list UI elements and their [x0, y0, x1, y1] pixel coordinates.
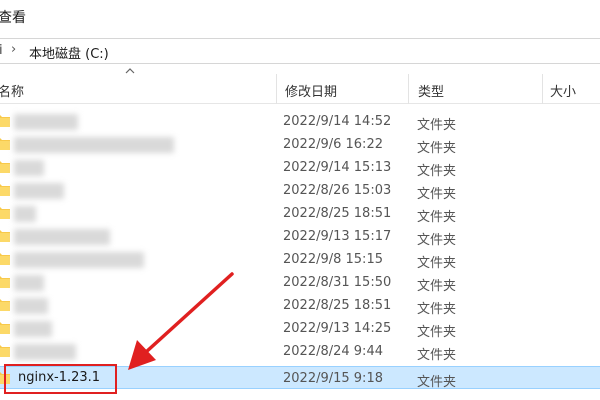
- file-date: 2022/9/15 9:18: [283, 371, 383, 386]
- column-header-name[interactable]: 名称: [0, 81, 24, 100]
- file-type: 文件夹: [417, 187, 457, 202]
- file-row[interactable]: 2022/8/24 9:44 文件夹: [0, 340, 600, 363]
- menu-bar: 查看: [0, 0, 600, 34]
- folder-icon: [0, 115, 10, 127]
- file-row[interactable]: 2022/9/8 15:15 文件夹: [0, 248, 600, 271]
- file-name-redacted: [14, 160, 44, 176]
- file-name-redacted: [14, 206, 36, 222]
- file-row[interactable]: 2022/9/14 14:52 文件夹: [0, 110, 600, 133]
- file-name-redacted: [14, 275, 44, 291]
- file-name-redacted: [14, 114, 78, 130]
- address-bar[interactable]: i › 本地磁盘 (C:): [0, 38, 600, 64]
- folder-icon: [0, 253, 10, 265]
- file-type: 文件夹: [417, 210, 457, 225]
- menu-view[interactable]: 查看: [0, 7, 26, 27]
- column-header-size[interactable]: 大小: [550, 81, 576, 100]
- file-date: 2022/8/25 18:51: [283, 206, 392, 221]
- column-divider[interactable]: [408, 74, 409, 104]
- file-row[interactable]: 2022/8/31 15:50 文件夹: [0, 271, 600, 294]
- folder-icon: [0, 299, 10, 311]
- file-date: 2022/8/24 9:44: [283, 344, 383, 359]
- file-row[interactable]: 2022/8/25 18:51 文件夹: [0, 202, 600, 225]
- file-type: 文件夹: [417, 164, 457, 179]
- file-type: 文件夹: [417, 325, 457, 340]
- file-date: 2022/9/14 15:13: [283, 160, 392, 175]
- folder-icon: [0, 161, 10, 173]
- file-name-redacted: [14, 229, 110, 245]
- address-path[interactable]: 本地磁盘 (C:): [29, 43, 109, 62]
- file-list: 2022/9/14 14:52 文件夹 2022/9/6 16:22 文件夹 2…: [0, 110, 600, 400]
- file-type: 文件夹: [417, 279, 457, 294]
- file-name-redacted: [14, 321, 52, 337]
- file-date: 2022/9/6 16:22: [283, 137, 383, 152]
- file-name-redacted: [14, 298, 48, 314]
- file-type: 文件夹: [417, 118, 457, 133]
- file-row[interactable]: 2022/9/14 15:13 文件夹: [0, 156, 600, 179]
- file-name-redacted: [14, 252, 144, 268]
- folder-icon: [0, 138, 10, 150]
- folder-icon: [0, 230, 10, 242]
- column-header-row: 名称 修改日期 类型 大小: [0, 74, 600, 104]
- folder-icon: [0, 345, 10, 357]
- file-row[interactable]: 2022/9/6 16:22 文件夹: [0, 133, 600, 156]
- address-prefix: i: [0, 43, 3, 58]
- folder-icon: [0, 207, 10, 219]
- file-row[interactable]: 2022/9/13 15:17 文件夹: [0, 225, 600, 248]
- file-date: 2022/8/25 18:51: [283, 298, 392, 313]
- folder-icon: [0, 184, 10, 196]
- file-name-redacted: [14, 137, 174, 153]
- file-date: 2022/8/26 15:03: [283, 183, 392, 198]
- file-name-redacted: [14, 344, 76, 360]
- file-type: 文件夹: [417, 141, 457, 156]
- column-header-type[interactable]: 类型: [418, 81, 444, 100]
- file-row[interactable]: 2022/8/26 15:03 文件夹: [0, 179, 600, 202]
- column-header-date[interactable]: 修改日期: [285, 81, 337, 100]
- file-date: 2022/9/13 14:25: [283, 321, 392, 336]
- file-type: 文件夹: [417, 348, 457, 363]
- file-date: 2022/9/14 14:52: [283, 114, 392, 129]
- column-divider[interactable]: [276, 74, 277, 104]
- file-type: 文件夹: [417, 302, 457, 317]
- column-divider[interactable]: [542, 74, 543, 104]
- annotation-highlight-box: [4, 364, 117, 394]
- file-row[interactable]: 2022/8/25 18:51 文件夹: [0, 294, 600, 317]
- file-date: 2022/9/8 15:15: [283, 252, 383, 267]
- file-type: 文件夹: [417, 256, 457, 271]
- file-type: 文件夹: [417, 233, 457, 248]
- chevron-right-icon[interactable]: ›: [11, 42, 16, 57]
- file-date: 2022/9/13 15:17: [283, 229, 392, 244]
- folder-icon: [0, 322, 10, 334]
- file-date: 2022/8/31 15:50: [283, 275, 392, 290]
- file-type: 文件夹: [417, 375, 457, 390]
- file-row[interactable]: 2022/9/13 14:25 文件夹: [0, 317, 600, 340]
- folder-icon: [0, 276, 10, 288]
- file-name-redacted: [14, 183, 64, 199]
